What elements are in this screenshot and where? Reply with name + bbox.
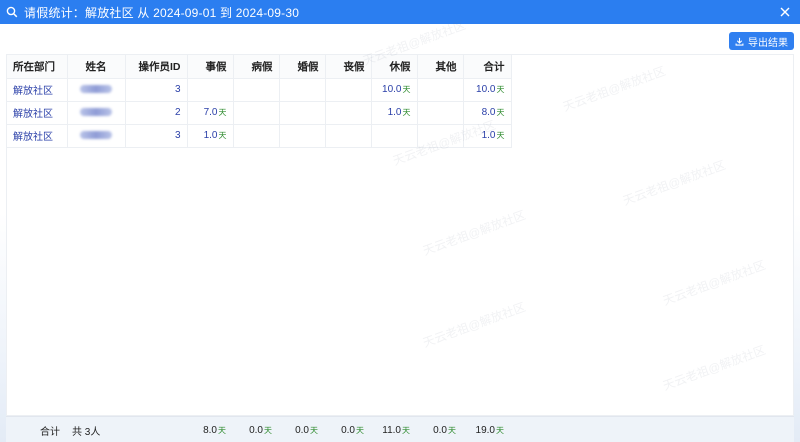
col-hun[interactable]: 婚假	[279, 55, 326, 79]
total-value: 1.0	[481, 130, 496, 141]
opid-cell: 3	[125, 124, 188, 148]
xiu-value: 10.0	[382, 84, 402, 95]
opid-cell: 3	[125, 78, 188, 102]
table-row: 解放社区 2 7.0天 1.0天 8.0天	[7, 101, 512, 125]
unit-label: 天	[218, 131, 227, 140]
content-area: 导出结果 所在部门 姓名 操作员ID 事假 病假 婚假 丧假 休假 其他 合计	[0, 18, 800, 442]
title-bar: 请假统计：解放社区 从 2024-09-01 到 2024-09-30	[0, 0, 800, 24]
unit-label: 天	[218, 425, 226, 435]
unit-label: 天	[356, 425, 364, 435]
unit-label: 天	[496, 131, 505, 140]
unit-label: 天	[448, 425, 456, 435]
export-label: 导出结果	[748, 37, 788, 49]
dept-link[interactable]: 解放社区	[13, 109, 53, 120]
dept-link[interactable]: 解放社区	[13, 132, 53, 143]
table-header: 所在部门 姓名 操作员ID 事假 病假 婚假 丧假 休假 其他 合计	[7, 55, 512, 79]
sum-sang: 0.0	[341, 424, 355, 436]
col-total[interactable]: 合计	[463, 55, 512, 79]
col-name[interactable]: 姓名	[67, 55, 126, 79]
unit-label: 天	[402, 108, 411, 117]
total-value: 10.0	[476, 84, 496, 95]
dept-link[interactable]: 解放社区	[13, 86, 53, 97]
name-link-blurred[interactable]	[80, 108, 112, 117]
col-bing[interactable]: 病假	[233, 55, 280, 79]
col-dept[interactable]: 所在部门	[7, 55, 68, 79]
xiu-value: 1.0	[387, 107, 402, 118]
unit-label: 天	[496, 108, 505, 117]
sum-shi: 8.0	[203, 424, 217, 436]
col-xiu[interactable]: 休假	[371, 55, 418, 79]
col-shi[interactable]: 事假	[187, 55, 234, 79]
sum-total: 19.0	[475, 424, 495, 436]
col-qita[interactable]: 其他	[417, 55, 464, 79]
summary-row: 合计 共 3人 8.0天 0.0天 0.0天 0.0天 11.0天 0.0天 1…	[6, 416, 794, 442]
close-button[interactable]	[776, 3, 794, 21]
sum-xiu: 11.0	[382, 424, 401, 436]
stats-table: 所在部门 姓名 操作员ID 事假 病假 婚假 丧假 休假 其他 合计 解放社区 …	[6, 54, 794, 416]
name-link-blurred[interactable]	[80, 85, 112, 94]
col-opid[interactable]: 操作员ID	[125, 55, 188, 79]
unit-label: 天	[496, 85, 505, 94]
window-title: 请假统计：解放社区 从 2024-09-01 到 2024-09-30	[24, 5, 300, 20]
sum-bing: 0.0	[249, 424, 263, 436]
col-sang[interactable]: 丧假	[325, 55, 372, 79]
unit-label: 天	[496, 425, 504, 435]
close-icon	[780, 7, 790, 17]
download-icon	[735, 37, 744, 46]
summary-label: 合计	[40, 426, 60, 438]
name-link-blurred[interactable]	[80, 131, 112, 140]
unit-label: 天	[218, 108, 227, 117]
unit-label: 天	[402, 85, 411, 94]
search-icon	[0, 0, 24, 24]
export-button[interactable]: 导出结果	[729, 32, 794, 50]
sum-hun: 0.0	[295, 424, 309, 436]
table-row: 解放社区 3 10.0天 10.0天	[7, 78, 512, 102]
summary-count: 共 3人	[72, 426, 101, 438]
unit-label: 天	[264, 425, 272, 435]
opid-cell: 2	[125, 101, 188, 125]
shi-value: 1.0	[203, 130, 218, 141]
sum-qita: 0.0	[433, 424, 447, 436]
unit-label: 天	[310, 425, 318, 435]
shi-value: 7.0	[203, 107, 218, 118]
table-row: 解放社区 3 1.0天 1.0天	[7, 124, 512, 148]
unit-label: 天	[402, 425, 410, 435]
total-value: 8.0	[481, 107, 496, 118]
